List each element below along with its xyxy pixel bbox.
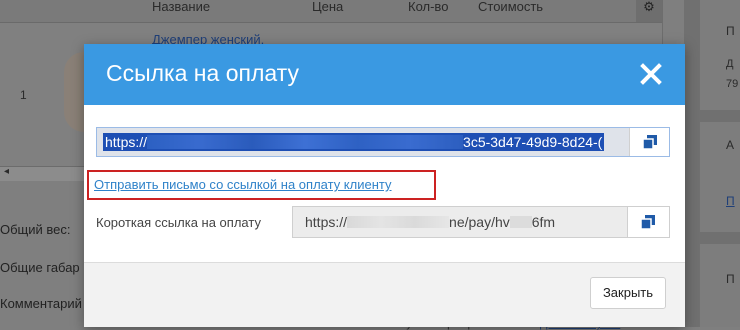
copy-url-button[interactable] [629,128,669,156]
column-header-price: Цена [312,0,344,14]
close-x-icon[interactable] [639,62,663,86]
payment-url-start: https:// [105,134,148,150]
column-header-total: Стоимость [478,0,544,14]
table-header: Название Цена Кол-во Стоимость [0,0,662,23]
modal-footer: Закрыть [84,262,685,327]
horizontal-scrollbar[interactable] [0,166,90,181]
payment-url-selection: https:// 3c5-3d47-49d9-8d24-( [103,133,605,151]
right-text-3: 79 [726,78,739,90]
copy-short-link-button[interactable] [627,207,667,237]
row-number: 1 [20,88,27,102]
payment-url-end: 3c5-3d47-49d9-8d24-( [463,134,603,150]
modal-header: Ссылка на оплату [84,44,685,105]
short-link-group: https:// ne/pay/hv 6fm [292,206,670,238]
payment-url-group: https:// 3c5-3d47-49d9-8d24-( [96,127,670,157]
column-header-name: Название [152,0,211,14]
redacted-url-part [147,135,464,149]
right-card-3: П [700,244,740,327]
short-link-end: 6fm [531,214,556,230]
right-text-2: Д [726,58,734,70]
copy-icon [641,215,655,229]
right-link-1[interactable]: П [726,194,735,208]
payment-link-modal: Ссылка на оплату https:// 3c5-3d47-49d9-8… [84,44,685,327]
right-card-1: П Д 79 [700,0,740,110]
column-header-qty: Кол-во [408,0,449,14]
scroll-left-arrow-icon[interactable]: ◂ [4,166,9,177]
short-link-middle: ne/pay/hv [449,214,510,230]
right-text-4: А [726,138,735,152]
comment-label: Комментарий [0,296,82,311]
modal-title: Ссылка на оплату [106,60,299,86]
payment-url-input[interactable]: https:// 3c5-3d47-49d9-8d24-( [97,128,629,156]
short-link-start: https:// [305,214,348,230]
send-link-email[interactable]: Отправить письмо со ссылкой на оплату кл… [94,177,392,192]
right-card-2: А П [700,122,740,232]
redacted-domain [347,216,450,228]
total-weight-label: Общий вес: [0,222,71,237]
right-text-5: П [726,272,735,286]
redacted-code [509,216,532,228]
short-link-label: Короткая ссылка на оплату [96,215,261,230]
total-dimensions-label: Общие габар [0,260,80,275]
close-button[interactable]: Закрыть [590,277,666,309]
short-link-input[interactable]: https:// ne/pay/hv 6fm [293,207,627,237]
gear-icon[interactable]: ⚙ [636,0,662,22]
right-text-1: П [726,24,735,38]
copy-icon [643,135,657,149]
